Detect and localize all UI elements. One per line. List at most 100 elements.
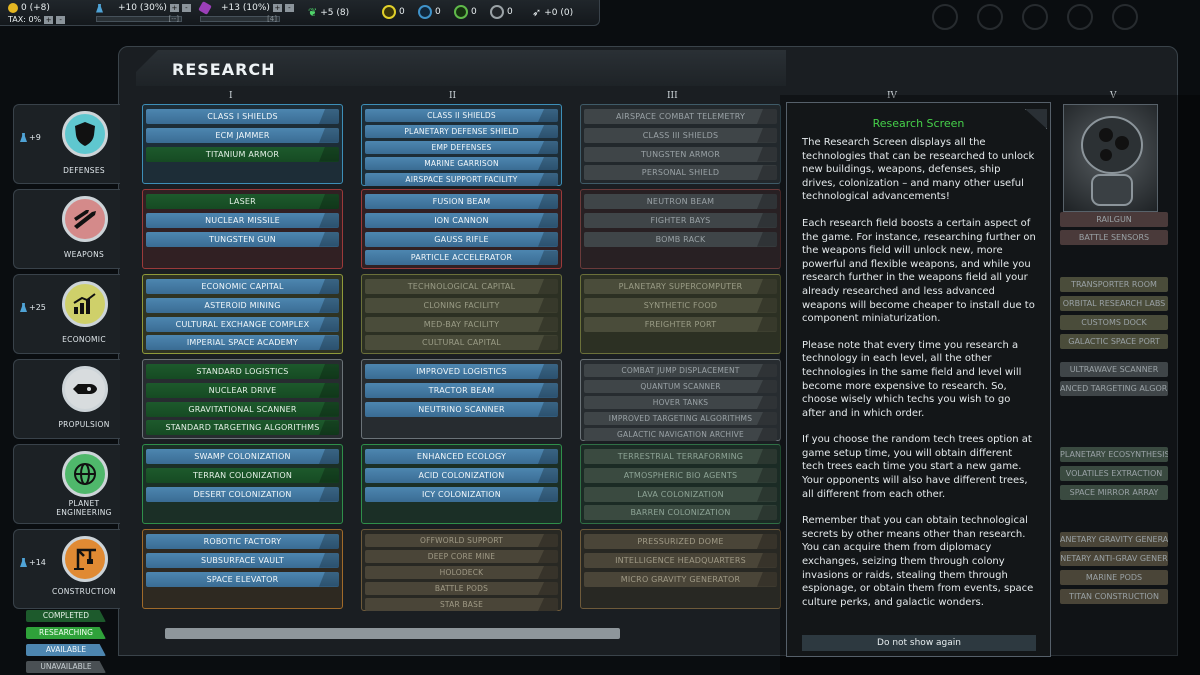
research-allocation-bar[interactable]: [--] [96, 16, 182, 23]
tech-transporter-room[interactable]: TRANSPORTER ROOM [1060, 277, 1168, 292]
legend-researching: RESEARCHING [26, 627, 106, 639]
tech-volatiles-extraction[interactable]: VOLATILES EXTRACTION [1060, 466, 1168, 481]
tech-intelligence-headquarters[interactable]: INTELLIGENCE HEADQUARTERS [584, 552, 777, 568]
tech-ion-cannon[interactable]: ION CANNON [365, 212, 558, 228]
tech-airspace-combat-telemetry[interactable]: AIRSPACE COMBAT TELEMETRY [584, 109, 777, 124]
tech-enhanced-ecology[interactable]: ENHANCED ECOLOGY [365, 449, 558, 464]
tech-cultural-exchange-complex[interactable]: CULTURAL EXCHANGE COMPLEX [146, 316, 339, 332]
tech-nuclear-drive[interactable]: NUCLEAR DRIVE [146, 382, 339, 398]
tech-nuclear-missile[interactable]: NUCLEAR MISSILE [146, 212, 339, 228]
tech-deep-core-mine[interactable]: DEEP CORE MINE [365, 550, 558, 563]
tax-decrease-button[interactable]: - [56, 15, 66, 24]
category-construction[interactable]: +14 CONSTRUCTION [13, 529, 120, 609]
tax-increase-button[interactable]: + [44, 15, 54, 24]
production-decrease-button[interactable]: - [284, 4, 294, 12]
tech-orbital-research-labs[interactable]: ORBITAL RESEARCH LABS [1060, 296, 1168, 311]
category-weapons[interactable]: WEAPONS [13, 189, 120, 269]
tech-synthetic-food[interactable]: SYNTHETIC FOOD [584, 297, 777, 313]
tech-icy-colonization[interactable]: ICY COLONIZATION [365, 486, 558, 502]
production-allocation-bar[interactable]: [4] [200, 16, 280, 23]
tech-class-iii-shields[interactable]: CLASS III SHIELDS [584, 127, 777, 143]
tech-titan-construction[interactable]: TITAN CONSTRUCTION [1060, 589, 1168, 604]
tech-economic-capital[interactable]: ECONOMIC CAPITAL [146, 279, 339, 294]
tech-fusion-beam[interactable]: FUSION BEAM [365, 194, 558, 209]
tech-med-bay-facility[interactable]: MED-BAY FACILITY [365, 316, 558, 332]
tech-ecm-jammer[interactable]: ECM JAMMER [146, 127, 339, 143]
tech-improved-targeting-algorithms[interactable]: IMPROVED TARGETING ALGORITHMS [584, 412, 777, 425]
tech-titanium-armor[interactable]: TITANIUM ARMOR [146, 146, 339, 162]
tech-planetary-ecosynthesis[interactable]: PLANETARY ECOSYNTHESIS [1060, 447, 1168, 462]
tech-space-mirror-array[interactable]: SPACE MIRROR ARRAY [1060, 485, 1168, 500]
tech-cultural-capital[interactable]: CULTURAL CAPITAL [365, 335, 558, 351]
tech-space-elevator[interactable]: SPACE ELEVATOR [146, 571, 339, 587]
tech-gauss-rifle[interactable]: GAUSS RIFLE [365, 231, 558, 247]
tech-star-base[interactable]: STAR BASE [365, 598, 558, 611]
tech-tungsten-armor[interactable]: TUNGSTEN ARMOR [584, 146, 777, 162]
research-increase-button[interactable]: + [169, 4, 179, 12]
tech-marine-pods[interactable]: MARINE PODS [1060, 570, 1168, 585]
tech-pressurized-dome[interactable]: PRESSURIZED DOME [584, 534, 777, 549]
tech-imperial-space-academy[interactable]: IMPERIAL SPACE ACADEMY [146, 335, 339, 351]
tech-cloning-facility[interactable]: CLONING FACILITY [365, 297, 558, 313]
tech-planetary-gravity-generator[interactable]: ANETARY GRAVITY GENERA [1060, 532, 1168, 547]
tech-desert-colonization[interactable]: DESERT COLONIZATION [146, 486, 339, 502]
category-planet-engineering[interactable]: PLANET ENGINEERING [13, 444, 120, 524]
dialog-title: Research Screen [872, 117, 965, 130]
tech-neutron-beam[interactable]: NEUTRON BEAM [584, 194, 777, 209]
tech-freighter-port[interactable]: FREIGHTER PORT [584, 316, 777, 332]
tech-particle-accelerator[interactable]: PARTICLE ACCELERATOR [365, 250, 558, 266]
tech-railgun[interactable]: RAILGUN [1060, 212, 1168, 227]
category-defenses[interactable]: +9 DEFENSES [13, 104, 120, 184]
category-economic[interactable]: +25 ECONOMIC [13, 274, 120, 354]
tech-hover-tanks[interactable]: HOVER TANKS [584, 396, 777, 409]
tech-combat-jump-displacement[interactable]: COMBAT JUMP DISPLACEMENT [584, 364, 777, 377]
tech-battle-pods[interactable]: BATTLE PODS [365, 582, 558, 595]
tech-planetary-anti-grav-generator[interactable]: NETARY ANTI-GRAV GENER [1060, 551, 1168, 566]
tech-offworld-support[interactable]: OFFWORLD SUPPORT [365, 534, 558, 547]
category-propulsion[interactable]: PROPULSION [13, 359, 120, 439]
tech-improved-logistics[interactable]: IMPROVED LOGISTICS [365, 364, 558, 379]
tech-quantum-scanner[interactable]: QUANTUM SCANNER [584, 380, 777, 393]
tech-planetary-defense-shield[interactable]: PLANETARY DEFENSE SHIELD [365, 125, 558, 138]
tech-lava-colonization[interactable]: LAVA COLONIZATION [584, 486, 777, 502]
tech-battle-sensors[interactable]: BATTLE SENSORS [1060, 230, 1168, 245]
horizontal-scrollbar[interactable] [165, 628, 620, 639]
defenses-tier-1: CLASS I SHIELDS ECM JAMMER TITANIUM ARMO… [142, 104, 343, 184]
tech-planetary-supercomputer[interactable]: PLANETARY SUPERCOMPUTER [584, 279, 777, 294]
tech-standard-logistics[interactable]: STANDARD LOGISTICS [146, 364, 339, 379]
tech-customs-dock[interactable]: CUSTOMS DOCK [1060, 315, 1168, 330]
tech-asteroid-mining[interactable]: ASTEROID MINING [146, 297, 339, 313]
tech-class-i-shields[interactable]: CLASS I SHIELDS [146, 109, 339, 124]
tech-bomb-rack[interactable]: BOMB RACK [584, 231, 777, 247]
tech-standard-targeting-algorithms[interactable]: STANDARD TARGETING ALGORITHMS [146, 420, 339, 436]
do-not-show-again-button[interactable]: Do not show again [802, 635, 1036, 651]
tech-marine-garrison[interactable]: MARINE GARRISON [365, 157, 558, 170]
tech-galactic-navigation-archive[interactable]: GALACTIC NAVIGATION ARCHIVE [584, 428, 777, 441]
tech-holodeck[interactable]: HOLODECK [365, 566, 558, 579]
tech-ultrawave-scanner[interactable]: ULTRAWAVE SCANNER [1060, 362, 1168, 377]
tech-galactic-space-port[interactable]: GALACTIC SPACE PORT [1060, 334, 1168, 349]
tech-airspace-support-facility[interactable]: AIRSPACE SUPPORT FACILITY [365, 173, 558, 186]
tech-barren-colonization[interactable]: BARREN COLONIZATION [584, 505, 777, 521]
tech-acid-colonization[interactable]: ACID COLONIZATION [365, 467, 558, 483]
tech-personal-shield[interactable]: PERSONAL SHIELD [584, 165, 777, 181]
tech-terrestrial-terraforming[interactable]: TERRESTRIAL TERRAFORMING [584, 449, 777, 464]
tech-laser[interactable]: LASER [146, 194, 339, 209]
tech-fighter-bays[interactable]: FIGHTER BAYS [584, 212, 777, 228]
production-increase-button[interactable]: + [272, 4, 282, 12]
tech-subsurface-vault[interactable]: SUBSURFACE VAULT [146, 552, 339, 568]
tech-neutrino-scanner[interactable]: NEUTRINO SCANNER [365, 401, 558, 417]
tech-robotic-factory[interactable]: ROBOTIC FACTORY [146, 534, 339, 549]
tech-class-ii-shields[interactable]: CLASS II SHIELDS [365, 109, 558, 122]
tech-emp-defenses[interactable]: EMP DEFENSES [365, 141, 558, 154]
tech-tractor-beam[interactable]: TRACTOR BEAM [365, 382, 558, 398]
tech-gravitational-scanner[interactable]: GRAVITATIONAL SCANNER [146, 401, 339, 417]
tech-atmospheric-bio-agents[interactable]: ATMOSPHERIC BIO AGENTS [584, 467, 777, 483]
tech-micro-gravity-generator[interactable]: MICRO GRAVITY GENERATOR [584, 571, 777, 587]
tech-advanced-targeting-algorithms[interactable]: ANCED TARGETING ALGORI [1060, 381, 1168, 396]
research-decrease-button[interactable]: - [181, 4, 191, 12]
tech-terran-colonization[interactable]: TERRAN COLONIZATION [146, 467, 339, 483]
tech-technological-capital[interactable]: TECHNOLOGICAL CAPITAL [365, 279, 558, 294]
tech-swamp-colonization[interactable]: SWAMP COLONIZATION [146, 449, 339, 464]
tech-tungsten-gun[interactable]: TUNGSTEN GUN [146, 231, 339, 247]
